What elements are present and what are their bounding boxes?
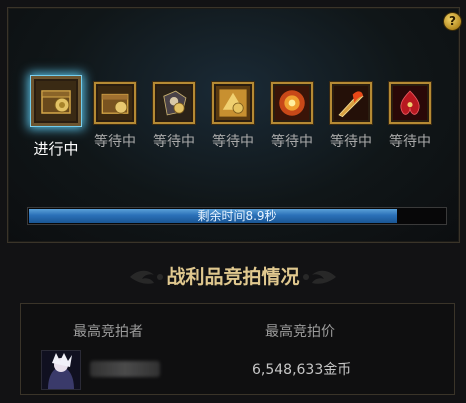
- highest-bidder-header: 最高竞拍者: [73, 324, 143, 340]
- slot-4-status: 等待中: [212, 134, 254, 150]
- reward-box-icon: [36, 81, 76, 121]
- auction-slot-4[interactable]: [212, 82, 254, 124]
- bidder-name-redacted: [90, 361, 160, 377]
- slot-6-status: 等待中: [330, 134, 372, 150]
- slot-1-status: 进行中: [33, 140, 79, 158]
- gauntlet-icon: [157, 86, 191, 120]
- bidder-avatar: [41, 350, 81, 390]
- auction-slot-7[interactable]: [389, 82, 431, 124]
- auction-slot-6[interactable]: [330, 82, 372, 124]
- slot-2-status: 等待中: [94, 134, 136, 150]
- slot-5-status: 等待中: [271, 134, 313, 150]
- highest-bid-value: 6,548,633金币: [252, 362, 352, 378]
- slot-3-status: 等待中: [153, 134, 195, 150]
- auction-slot-3[interactable]: [153, 82, 195, 124]
- crimson-crest-icon: [393, 86, 427, 120]
- auction-slot-5[interactable]: [271, 82, 313, 124]
- golden-item-icon: [216, 86, 250, 120]
- fire-orb-icon: [275, 86, 309, 120]
- timer-progress-bar: 剩余时间8.9秒: [27, 207, 447, 225]
- right-ornament-icon: [303, 270, 336, 284]
- help-icon[interactable]: ?: [444, 13, 461, 30]
- auction-window: ? 进行中 等待中 等待中 等待中 等待中 等待中 等待中 剩余时间8.9秒 战…: [0, 0, 466, 403]
- timer-label: 剩余时间8.9秒: [197, 209, 277, 223]
- slot-7-status: 等待中: [389, 134, 431, 150]
- auction-status-title: 战利品竞拍情况: [166, 266, 300, 288]
- flame-blade-icon: [334, 86, 368, 120]
- auction-slot-2[interactable]: [94, 82, 136, 124]
- bid-info-panel: [20, 303, 455, 395]
- highest-bid-header: 最高竞拍价: [265, 324, 335, 340]
- auction-slot-1[interactable]: [31, 76, 81, 126]
- reward-box-icon: [98, 86, 132, 120]
